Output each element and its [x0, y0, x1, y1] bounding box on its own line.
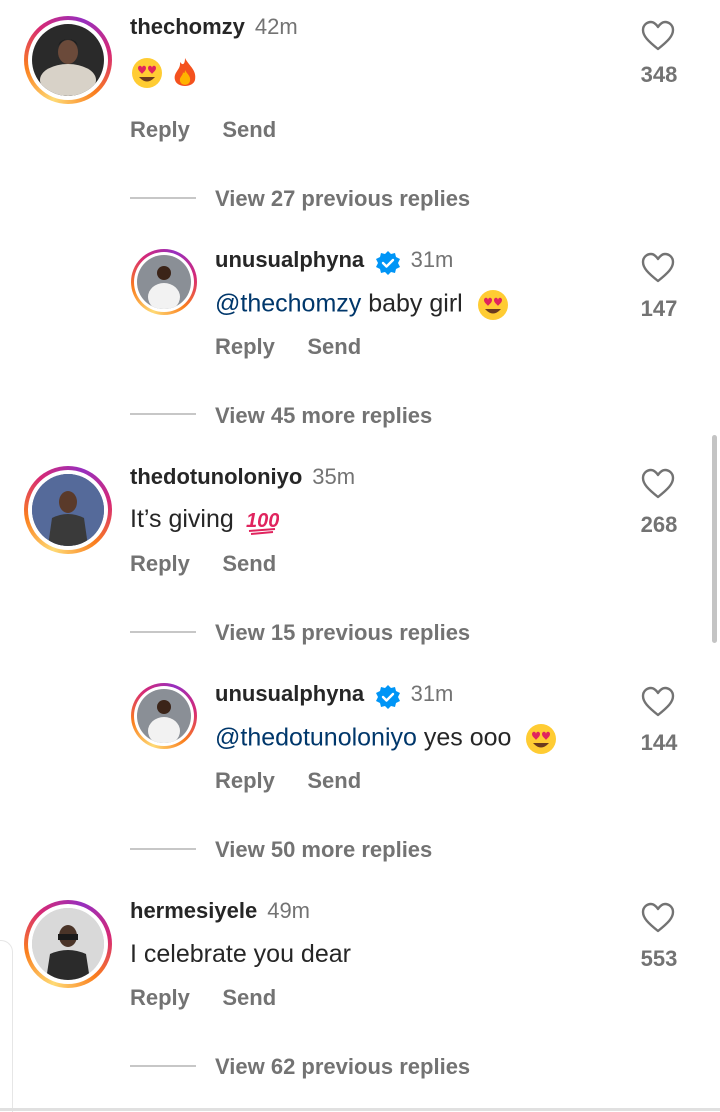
fire-emoji [174, 58, 196, 86]
verified-badge-icon [375, 250, 400, 275]
heart-outline-icon [641, 468, 675, 499]
send-button[interactable]: Send [307, 768, 361, 793]
view-previous-replies[interactable]: View 15 previous replies [215, 620, 470, 646]
send-button[interactable]: Send [307, 334, 361, 359]
timestamp: 35m [312, 464, 356, 489]
reply-button[interactable]: Reply [130, 117, 190, 142]
scrollbar-thumb[interactable] [712, 435, 717, 643]
view-previous-replies[interactable]: View 62 previous replies [215, 1054, 470, 1080]
like-button[interactable] [640, 686, 676, 723]
like-button[interactable] [640, 468, 676, 505]
reply-button[interactable]: Reply [215, 768, 275, 793]
divider [130, 413, 196, 415]
send-button[interactable]: Send [222, 117, 276, 142]
username[interactable]: unusualphyna [215, 247, 364, 272]
divider [130, 631, 196, 633]
reply-button[interactable]: Reply [215, 334, 275, 359]
heart-eyes-emoji [477, 290, 508, 320]
like-count: 348 [640, 62, 678, 87]
send-button[interactable]: Send [222, 551, 276, 576]
timestamp: 31m [410, 247, 454, 272]
like-count: 147 [640, 296, 678, 321]
avatar-thechomzy[interactable] [24, 16, 112, 104]
reply-text: @thechomzy baby girl [215, 288, 510, 322]
timestamp: 42m [254, 14, 298, 39]
heart-outline-icon [641, 686, 675, 717]
mention-link[interactable]: @thechomzy [215, 290, 361, 318]
username[interactable]: hermesiyele [130, 898, 257, 923]
like-count: 553 [640, 946, 678, 971]
divider [130, 848, 196, 850]
verified-badge-icon [375, 684, 400, 709]
reply-text: @thedotunoloniyo yes ooo [215, 722, 558, 756]
bottom-sheet-edge [0, 940, 13, 1112]
timestamp: 49m [267, 898, 310, 923]
heart-outline-icon [641, 20, 675, 51]
like-count: 268 [640, 512, 678, 537]
send-button[interactable]: Send [222, 985, 276, 1010]
heart-outline-icon [641, 252, 675, 283]
heart-eyes-emoji [132, 58, 162, 88]
like-button[interactable] [640, 902, 676, 939]
view-more-replies[interactable]: View 50 more replies [215, 837, 432, 863]
reply-button[interactable]: Reply [130, 551, 190, 576]
view-more-replies[interactable]: View 45 more replies [215, 403, 432, 429]
comment-text: It’s giving 100 [130, 505, 279, 536]
hundred-emoji: 100 [246, 510, 279, 536]
comment-text: I celebrate you dear [130, 940, 351, 968]
divider [130, 1065, 196, 1067]
view-previous-replies[interactable]: View 27 previous replies [215, 186, 470, 212]
username[interactable]: thedotunoloniyo [130, 464, 302, 489]
like-button[interactable] [640, 20, 676, 57]
timestamp: 31m [410, 681, 454, 706]
avatar-unusualphyna[interactable] [131, 249, 197, 315]
username[interactable]: unusualphyna [215, 681, 364, 706]
like-button[interactable] [640, 252, 676, 289]
heart-outline-icon [641, 902, 675, 933]
avatar-thedotunoloniyo[interactable] [24, 466, 112, 554]
heart-eyes-emoji [526, 724, 557, 754]
avatar-hermesiyele[interactable] [24, 900, 112, 988]
like-count: 144 [640, 730, 678, 755]
divider [130, 197, 196, 199]
mention-link[interactable]: @thedotunoloniyo [215, 724, 417, 752]
comment-text [130, 56, 199, 90]
username[interactable]: thechomzy [130, 14, 245, 39]
reply-button[interactable]: Reply [130, 985, 190, 1010]
avatar-unusualphyna[interactable] [131, 683, 197, 749]
